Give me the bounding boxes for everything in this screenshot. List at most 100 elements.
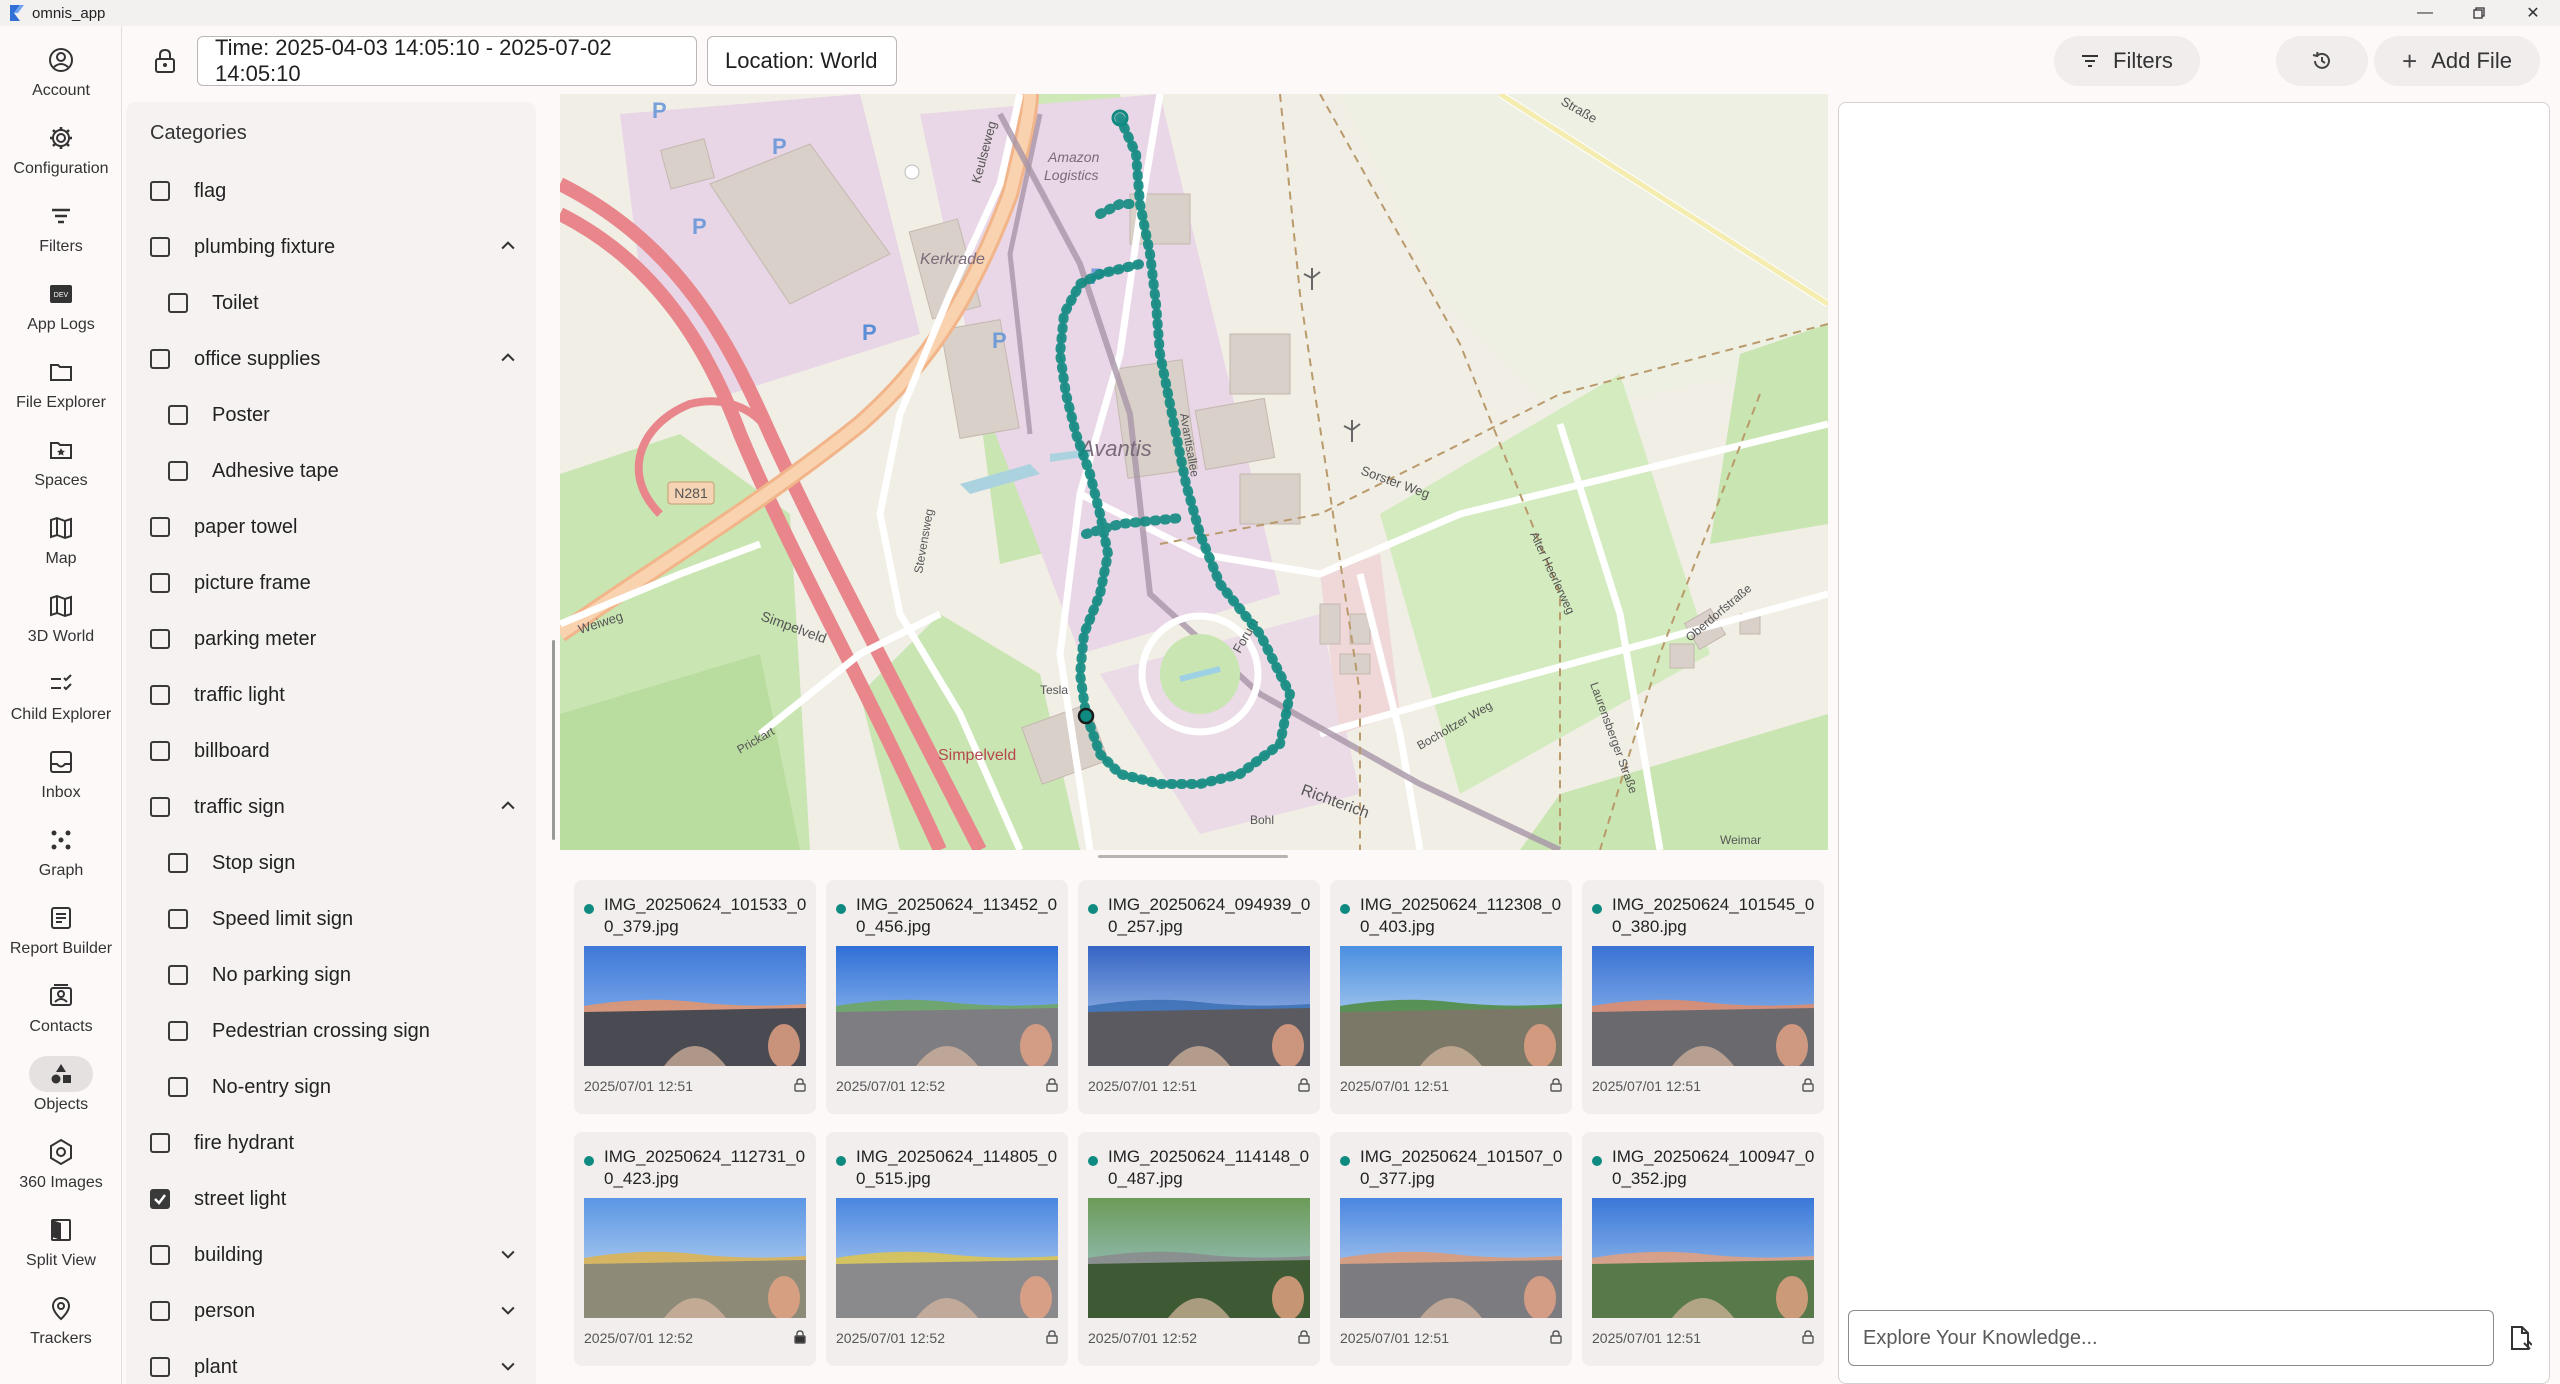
location-filter-chip[interactable]: Location: World: [707, 36, 897, 86]
category-checkbox[interactable]: [150, 1245, 170, 1265]
map-resize-handle[interactable]: [1098, 855, 1288, 858]
image-thumbnail[interactable]: [584, 946, 806, 1066]
category-checkbox[interactable]: [150, 349, 170, 369]
category-row[interactable]: traffic light: [126, 670, 536, 720]
category-row[interactable]: parking meter: [126, 614, 536, 664]
image-thumbnail[interactable]: [1340, 946, 1562, 1066]
category-checkbox[interactable]: [168, 853, 188, 873]
image-card[interactable]: IMG_20250624_114148_00_487.jpg 2025/07/01…: [1078, 1132, 1320, 1366]
attach-file-button[interactable]: [2504, 1322, 2536, 1354]
image-thumbnail[interactable]: [1340, 1198, 1562, 1318]
chevron-down-icon[interactable]: [496, 1298, 520, 1322]
image-card[interactable]: IMG_20250624_101507_00_377.jpg 2025/07/01…: [1330, 1132, 1572, 1366]
nav-item-spaces[interactable]: Spaces: [0, 428, 122, 506]
nav-item-graph[interactable]: Graph: [0, 818, 122, 896]
category-row[interactable]: street light: [126, 1174, 536, 1224]
category-checkbox[interactable]: [150, 1133, 170, 1153]
nav-item-filters[interactable]: Filters: [0, 194, 122, 272]
chevron-down-icon[interactable]: [496, 1354, 520, 1378]
category-row[interactable]: plumbing fixture: [126, 222, 536, 272]
category-row[interactable]: Toilet: [126, 278, 536, 328]
image-thumbnail[interactable]: [1592, 1198, 1814, 1318]
category-checkbox[interactable]: [150, 797, 170, 817]
nav-item-contacts[interactable]: Contacts: [0, 974, 122, 1052]
category-checkbox[interactable]: [150, 1301, 170, 1321]
category-row[interactable]: Poster: [126, 390, 536, 440]
knowledge-search-input[interactable]: [1848, 1310, 2494, 1366]
image-thumbnail[interactable]: [1088, 946, 1310, 1066]
category-checkbox[interactable]: [150, 181, 170, 201]
history-button[interactable]: [2276, 36, 2368, 86]
nav-item-app-logs[interactable]: DEV App Logs: [0, 272, 122, 350]
nav-item-configuration[interactable]: Configuration: [0, 116, 122, 194]
category-checkbox[interactable]: [168, 405, 188, 425]
lock-open-icon[interactable]: [794, 1078, 806, 1097]
image-thumbnail[interactable]: [1592, 946, 1814, 1066]
lock-open-icon[interactable]: [1802, 1330, 1814, 1349]
lock-closed-icon[interactable]: [794, 1330, 806, 1349]
restore-button[interactable]: [2452, 0, 2506, 26]
nav-item-account[interactable]: Account: [0, 38, 122, 116]
nav-item-360-images[interactable]: 360 Images: [0, 1130, 122, 1208]
nav-item-report-builder[interactable]: Report Builder: [0, 896, 122, 974]
category-checkbox[interactable]: [168, 1077, 188, 1097]
lock-open-icon[interactable]: [1550, 1330, 1562, 1349]
category-row[interactable]: No parking sign: [126, 950, 536, 1000]
category-checkbox[interactable]: [150, 685, 170, 705]
category-row[interactable]: paper towel: [126, 502, 536, 552]
category-checkbox[interactable]: [150, 741, 170, 761]
nav-item-map[interactable]: Map: [0, 506, 122, 584]
category-row[interactable]: Stop sign: [126, 838, 536, 888]
lock-open-icon[interactable]: [1550, 1078, 1562, 1097]
category-checkbox[interactable]: [168, 461, 188, 481]
nav-item-trackers[interactable]: Trackers: [0, 1286, 122, 1364]
image-card[interactable]: IMG_20250624_112731_00_423.jpg 2025/07/01…: [574, 1132, 816, 1366]
category-checkbox[interactable]: [150, 629, 170, 649]
lock-open-icon[interactable]: [1298, 1078, 1310, 1097]
close-button[interactable]: ✕: [2506, 0, 2560, 26]
image-card[interactable]: IMG_20250624_114805_00_515.jpg 2025/07/01…: [826, 1132, 1068, 1366]
lock-open-icon[interactable]: [1046, 1078, 1058, 1097]
category-row[interactable]: person: [126, 1286, 536, 1336]
chevron-down-icon[interactable]: [496, 1242, 520, 1266]
image-card[interactable]: IMG_20250624_101545_00_380.jpg 2025/07/01…: [1582, 880, 1824, 1114]
nav-item-3d-world[interactable]: 3D World: [0, 584, 122, 662]
minimize-button[interactable]: —: [2398, 0, 2452, 26]
category-row[interactable]: picture frame: [126, 558, 536, 608]
category-row[interactable]: plant: [126, 1342, 536, 1384]
nav-item-inbox[interactable]: Inbox: [0, 740, 122, 818]
nav-item-file-explorer[interactable]: File Explorer: [0, 350, 122, 428]
category-row[interactable]: No-entry sign: [126, 1062, 536, 1112]
image-thumbnail[interactable]: [1088, 1198, 1310, 1318]
category-checkbox[interactable]: [168, 909, 188, 929]
category-checkbox[interactable]: [168, 965, 188, 985]
image-thumbnail[interactable]: [836, 1198, 1058, 1318]
category-row[interactable]: office supplies: [126, 334, 536, 384]
category-row[interactable]: billboard: [126, 726, 536, 776]
categories-scrollbar[interactable]: [552, 640, 555, 840]
category-checkbox[interactable]: [168, 1021, 188, 1041]
nav-item-objects[interactable]: Objects: [0, 1052, 122, 1130]
category-row[interactable]: fire hydrant: [126, 1118, 536, 1168]
category-checkbox[interactable]: [150, 1189, 170, 1209]
category-checkbox[interactable]: [168, 293, 188, 313]
nav-item-child-explorer[interactable]: Child Explorer: [0, 662, 122, 740]
category-row[interactable]: building: [126, 1230, 536, 1280]
map-view[interactable]: P P P P P P N281 Kerkrade Amazon Logisti…: [560, 94, 1828, 850]
image-card[interactable]: IMG_20250624_100947_00_352.jpg 2025/07/01…: [1582, 1132, 1824, 1366]
nav-item-split-view[interactable]: Split View: [0, 1208, 122, 1286]
category-checkbox[interactable]: [150, 237, 170, 257]
image-card[interactable]: IMG_20250624_112308_00_403.jpg 2025/07/01…: [1330, 880, 1572, 1114]
lock-open-icon[interactable]: [1802, 1078, 1814, 1097]
category-row[interactable]: Adhesive tape: [126, 446, 536, 496]
lock-open-icon[interactable]: [1298, 1330, 1310, 1349]
category-row[interactable]: traffic sign: [126, 782, 536, 832]
chevron-up-icon[interactable]: [496, 794, 520, 818]
category-checkbox[interactable]: [150, 517, 170, 537]
category-row[interactable]: Speed limit sign: [126, 894, 536, 944]
lock-open-icon[interactable]: [1046, 1330, 1058, 1349]
category-checkbox[interactable]: [150, 1357, 170, 1377]
add-file-button[interactable]: + Add File: [2374, 36, 2540, 86]
filters-button[interactable]: Filters: [2054, 36, 2200, 86]
image-card[interactable]: IMG_20250624_101533_00_379.jpg 2025/07/01…: [574, 880, 816, 1114]
